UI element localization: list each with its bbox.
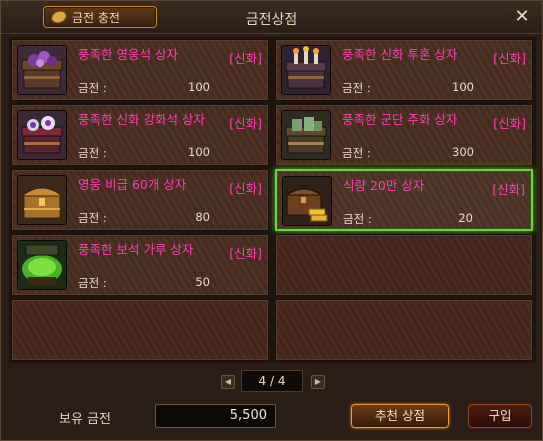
window-title: 금전상점 [245, 12, 298, 28]
prev-page-button[interactable]: ◀ [221, 375, 235, 389]
empty-slot [275, 234, 533, 296]
page-indicator: 4 / 4 [241, 370, 303, 392]
item-grade: [신화] [229, 246, 262, 261]
price-value: 100 [188, 80, 210, 94]
golden-chest-icon [17, 175, 67, 225]
price-label: 금전 : [343, 212, 372, 226]
item-name: 풍족한 신화 투혼 상자 [342, 47, 458, 62]
item-name: 식량 20만 상자 [343, 178, 425, 193]
price-value: 300 [452, 145, 474, 159]
price-label: 금전 : [78, 81, 107, 95]
balance-value: 5,500 [155, 404, 276, 428]
price-label: 금전 : [342, 146, 371, 160]
item-grade: [신화] [492, 182, 525, 197]
item-name: 영웅 비급 60개 상자 [78, 177, 187, 192]
item-name: 풍족한 영웅석 상자 [78, 47, 178, 62]
empty-slot [275, 299, 533, 361]
close-icon[interactable]: ✕ [512, 7, 532, 27]
candle-chest-icon [281, 45, 331, 95]
item-name: 풍족한 군단 주화 상자 [342, 112, 458, 127]
next-page-button[interactable]: ▶ [311, 375, 325, 389]
item-grade: [신화] [493, 116, 526, 131]
price-label: 금전 : [78, 211, 107, 225]
title-bar: 금전 충전 금전상점 ✕ [1, 1, 542, 34]
item-slot[interactable]: 풍족한 군단 주화 상자 [신화] 금전 : 300 [275, 104, 533, 166]
item-grid: 풍족한 영웅석 상자 [신화] 금전 : 100 풍족한 신화 투혼 상자 [신… [9, 37, 536, 363]
item-grade: [신화] [493, 51, 526, 66]
green-dust-chest-icon [17, 240, 67, 290]
price-value: 50 [195, 275, 210, 289]
balance-label: 보유 금전 [59, 412, 111, 427]
buy-button[interactable]: 구입 [468, 404, 532, 428]
item-grade: [신화] [229, 181, 262, 196]
orb-chest-icon [17, 110, 67, 160]
price-label: 금전 : [342, 81, 371, 95]
price-label: 금전 : [78, 146, 107, 160]
pagination: ◀ 4 / 4 ▶ [219, 370, 325, 392]
empty-slot [11, 299, 269, 361]
shop-window: 금전 충전 금전상점 ✕ 풍족한 영웅석 상자 [신화] 금전 : 100 풍족… [0, 0, 543, 441]
item-grade: [신화] [229, 51, 262, 66]
recommend-shop-button[interactable]: 추천 상점 [351, 404, 449, 428]
item-name: 풍족한 보석 가루 상자 [78, 242, 194, 257]
item-slot-selected[interactable]: 식량 20만 상자 [신화] 금전 : 20 [275, 169, 533, 231]
item-slot[interactable]: 풍족한 보석 가루 상자 [신화] 금전 : 50 [11, 234, 269, 296]
item-name: 풍족한 신화 강화석 상자 [78, 112, 205, 127]
price-value: 80 [195, 210, 210, 224]
price-value: 100 [452, 80, 474, 94]
price-label: 금전 : [78, 276, 107, 290]
purple-gem-chest-icon [17, 45, 67, 95]
price-value: 100 [188, 145, 210, 159]
price-value: 20 [458, 211, 473, 225]
gold-bar-chest-icon [282, 176, 332, 226]
item-grade: [신화] [229, 116, 262, 131]
item-slot[interactable]: 풍족한 신화 투혼 상자 [신화] 금전 : 100 [275, 39, 533, 101]
item-slot[interactable]: 풍족한 영웅석 상자 [신화] 금전 : 100 [11, 39, 269, 101]
item-slot[interactable]: 영웅 비급 60개 상자 [신화] 금전 : 80 [11, 169, 269, 231]
item-slot[interactable]: 풍족한 신화 강화석 상자 [신화] 금전 : 100 [11, 104, 269, 166]
coin-stack-chest-icon [281, 110, 331, 160]
